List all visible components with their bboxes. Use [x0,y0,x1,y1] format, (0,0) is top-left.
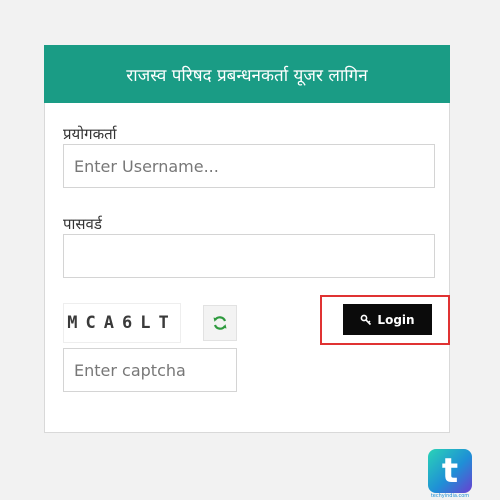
brand-logo: t [428,449,472,493]
logo-caption: techyindia.com [430,493,470,499]
password-input[interactable] [63,234,435,278]
captcha-text: MCA6LT [67,313,177,333]
login-button[interactable]: Login [343,304,432,335]
refresh-icon [213,316,227,330]
password-label: पासवर्ड [63,215,102,233]
login-button-label: Login [377,312,415,327]
username-label: प्रयोगकर्ता [63,125,117,143]
captcha-image: MCA6LT [63,303,181,343]
captcha-input[interactable] [63,348,237,392]
key-icon [361,314,372,325]
logo-letter: t [441,451,459,491]
login-card: राजस्व परिषद प्रबन्धनकर्ता यूजर लागिन प्… [44,45,450,433]
username-input[interactable] [63,144,435,188]
login-header: राजस्व परिषद प्रबन्धनकर्ता यूजर लागिन [44,45,450,103]
login-title: राजस्व परिषद प्रबन्धनकर्ता यूजर लागिन [126,65,368,86]
refresh-captcha-button[interactable] [203,305,237,341]
